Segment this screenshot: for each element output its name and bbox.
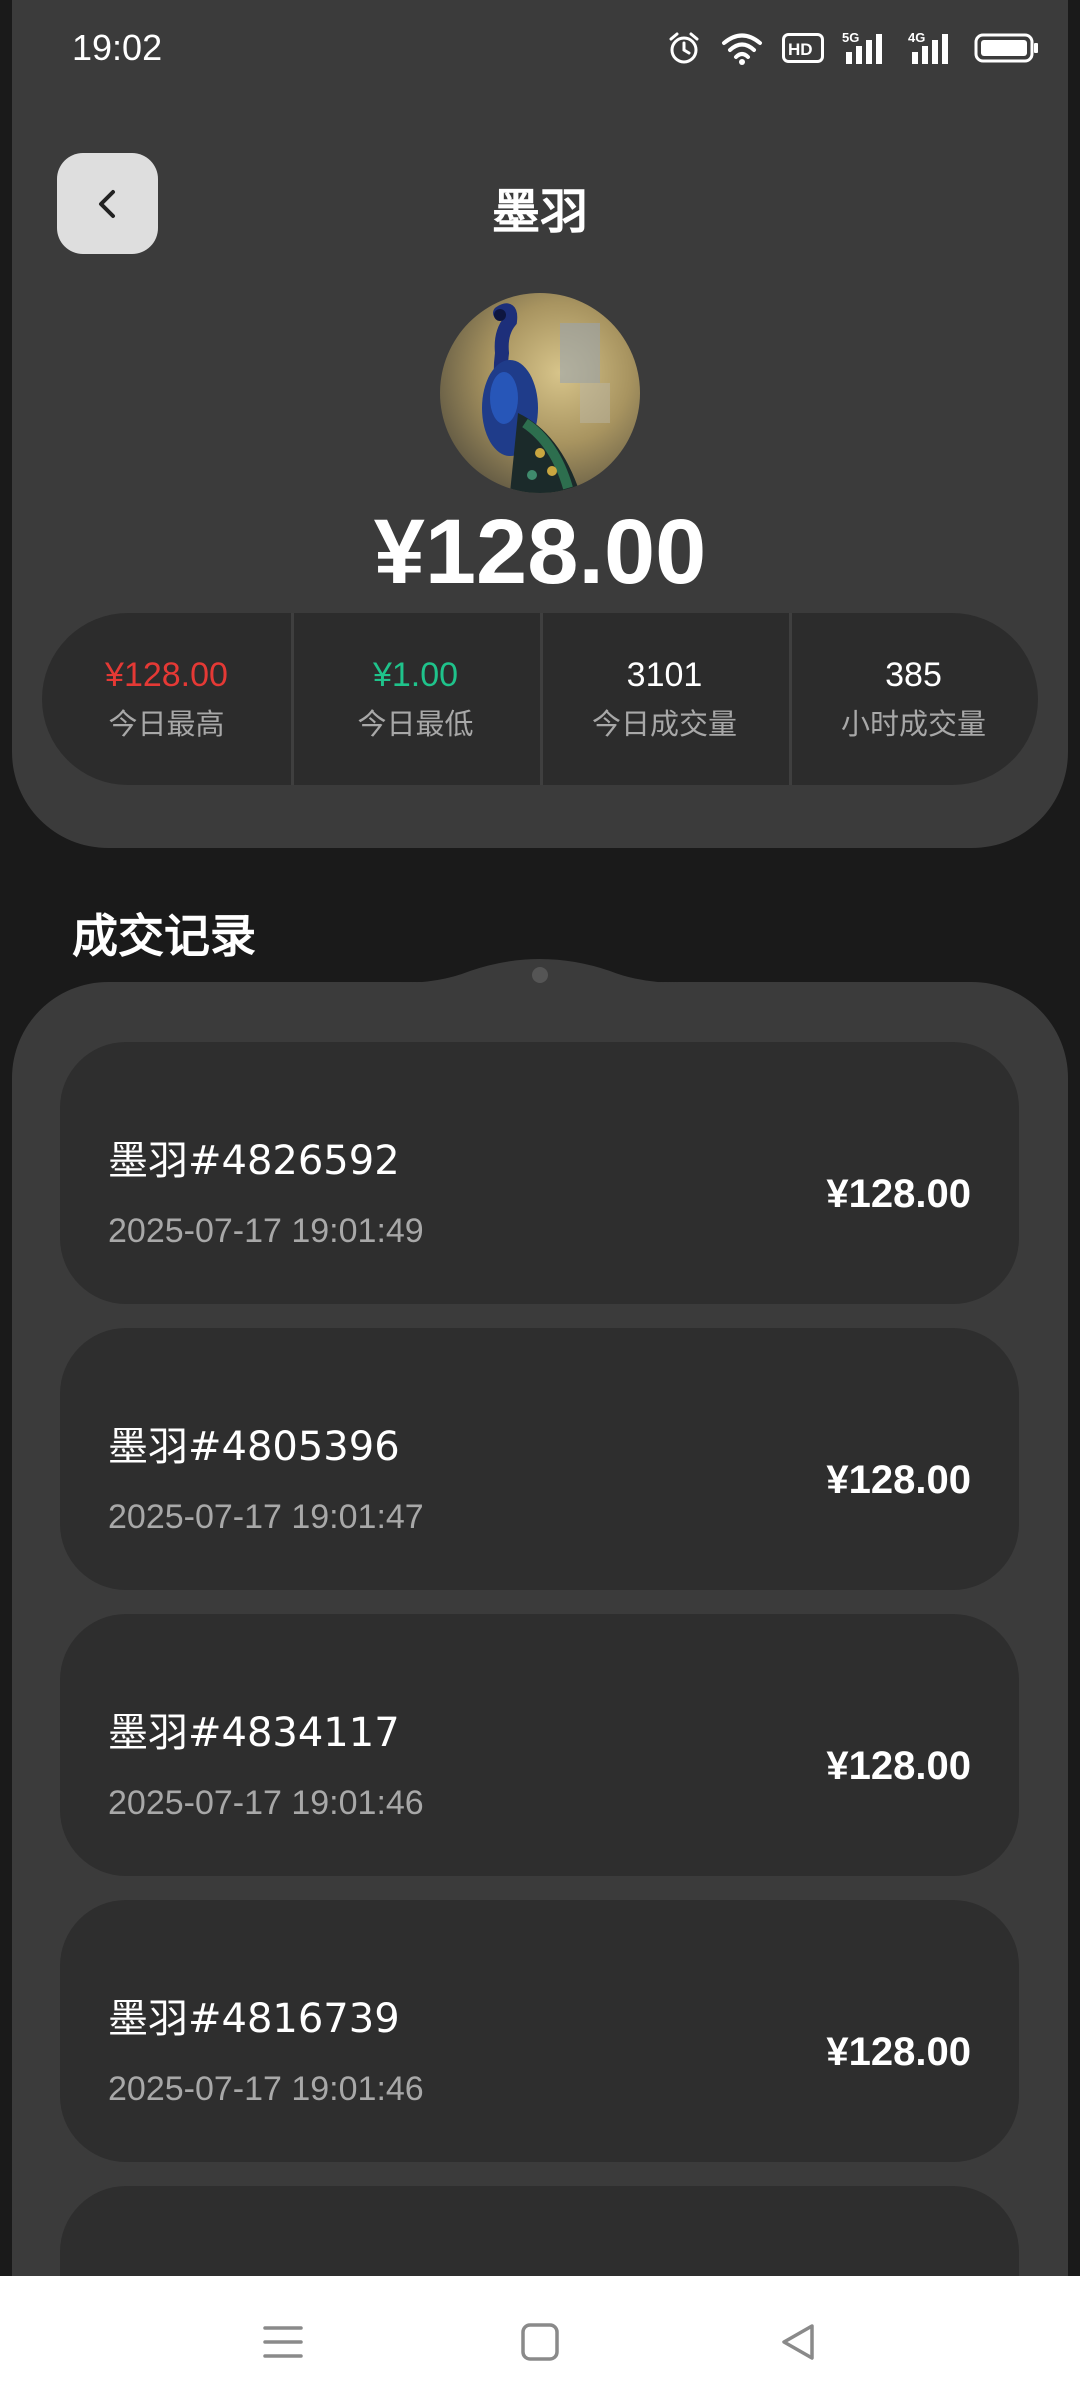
record-time: 2025-07-17 19:01:46 [108, 1784, 424, 1822]
wifi-icon [722, 33, 762, 65]
4g-signal-icon: 4G [908, 30, 948, 64]
page-title: 墨羽 [491, 184, 588, 240]
hd-label: HD [788, 40, 813, 59]
stat-today-high: ¥128.00 今日最高 [42, 613, 291, 785]
record-name: 墨羽#4834117 [108, 1710, 400, 1756]
stat-value: 385 [885, 655, 942, 694]
status-icons: HD 5G 4G [666, 30, 1040, 66]
notch-dot [532, 967, 548, 983]
record-price: ¥128.00 [826, 2030, 971, 2074]
record-price: ¥128.00 [826, 1458, 971, 1502]
stat-today-volume: 3101 今日成交量 [540, 613, 789, 785]
record-item[interactable]: 墨羽#4834117 2025-07-17 19:01:46 ¥128.00 [60, 1614, 1019, 1876]
stat-label: 今日最高 [108, 706, 225, 741]
avatar-peacock-image [440, 293, 640, 493]
stat-label: 今日成交量 [591, 706, 737, 741]
section-title: 成交记录 [72, 909, 256, 963]
stat-label: 今日最低 [357, 706, 474, 741]
stat-value: 3101 [626, 655, 703, 694]
record-price: ¥128.00 [826, 1744, 971, 1788]
screen: 19:02 HD 5G 4G 墨羽 ¥128.00 ¥128.00 今日最高 ¥… [0, 0, 1080, 2408]
hd-icon: HD [782, 33, 824, 63]
record-time: 2025-07-17 19:01:46 [108, 2070, 424, 2108]
status-bar: 19:02 HD 5G 4G [0, 0, 1080, 96]
nav-back-button[interactable] [738, 2276, 858, 2408]
stat-value: ¥128.00 [105, 655, 228, 694]
nav-menu-button[interactable] [223, 2276, 343, 2408]
record-name: 墨羽#4805396 [108, 1424, 400, 1470]
record-item[interactable]: 墨羽#4826592 2025-07-17 19:01:49 ¥128.00 [60, 1042, 1019, 1304]
back-triangle-icon [782, 2324, 814, 2360]
system-nav-bar [0, 2276, 1080, 2408]
record-item[interactable]: 墨羽#4816739 2025-07-17 19:01:46 ¥128.00 [60, 1900, 1019, 2162]
stat-hour-volume: 385 小时成交量 [789, 613, 1038, 785]
stat-value: ¥1.00 [372, 655, 459, 694]
record-name: 墨羽#4826592 [108, 1138, 400, 1184]
record-name: 墨羽#4816739 [108, 1996, 400, 2042]
battery-icon [974, 33, 1038, 63]
alarm-icon [669, 32, 699, 64]
record-time: 2025-07-17 19:01:49 [108, 1212, 424, 1250]
home-icon [521, 2323, 559, 2361]
stat-label: 小时成交量 [840, 706, 986, 741]
current-price: ¥128.00 [373, 501, 707, 603]
5g-label: 5G [842, 30, 859, 45]
menu-icon [263, 2326, 303, 2358]
record-item[interactable]: 墨羽#4805396 2025-07-17 19:01:47 ¥128.00 [60, 1328, 1019, 1590]
record-price: ¥128.00 [826, 1172, 971, 1216]
status-time: 19:02 [72, 27, 163, 68]
stats-row: ¥128.00 今日最高 ¥1.00 今日最低 3101 今日成交量 385 小… [42, 613, 1038, 785]
5g-signal-icon: 5G [842, 30, 882, 64]
stat-today-low: ¥1.00 今日最低 [291, 613, 540, 785]
4g-label: 4G [908, 30, 925, 45]
nav-home-button[interactable] [480, 2276, 600, 2408]
record-time: 2025-07-17 19:01:47 [108, 1498, 424, 1536]
